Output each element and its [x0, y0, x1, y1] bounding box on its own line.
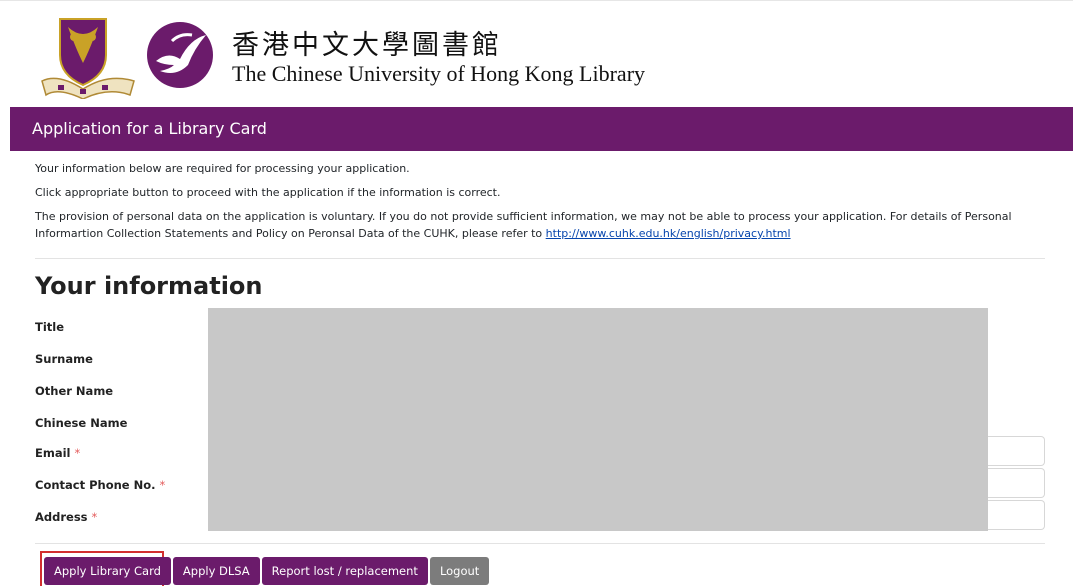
report-lost-button[interactable]: Report lost / replacement: [261, 557, 428, 585]
library-swallow-logo-icon: [147, 22, 213, 88]
label-surname: Surname: [35, 352, 93, 366]
required-marker: *: [159, 478, 166, 492]
page-banner: Application for a Library Card: [10, 107, 1073, 151]
label-address: Address *: [35, 510, 97, 524]
label-phone-text: Contact Phone No.: [35, 478, 156, 492]
required-marker: *: [91, 510, 98, 524]
page-title: Application for a Library Card: [32, 119, 267, 138]
library-name-chinese: 香港中文大學圖書館: [232, 30, 502, 61]
section-title: Your information: [35, 272, 263, 300]
redacted-user-data: [208, 308, 988, 531]
phone-field[interactable]: [988, 468, 1045, 498]
intro-line-1: Your information below are required for …: [35, 162, 410, 175]
label-email-text: Email: [35, 446, 71, 460]
intro-text: Your information below are required for …: [35, 160, 1045, 249]
apply-dlsa-button[interactable]: Apply DLSA: [172, 557, 260, 585]
label-other-name: Other Name: [35, 384, 114, 398]
email-field[interactable]: [988, 436, 1045, 466]
library-name-english: The Chinese University of Hong Kong Libr…: [232, 61, 646, 86]
logout-button[interactable]: Logout: [429, 557, 490, 585]
action-buttons: Apply Library Card Apply DLSA Report los…: [44, 557, 490, 585]
label-chinese-name: Chinese Name: [35, 416, 128, 430]
required-marker: *: [74, 446, 81, 460]
university-crest-icon: [41, 18, 135, 99]
label-address-text: Address: [35, 510, 88, 524]
label-phone: Contact Phone No. *: [35, 478, 165, 492]
apply-library-card-button[interactable]: Apply Library Card: [44, 557, 171, 585]
address-field[interactable]: [988, 500, 1045, 530]
intro-line-3: The provision of personal data on the ap…: [35, 208, 1045, 242]
privacy-statement-text: The provision of personal data on the ap…: [35, 210, 1012, 240]
site-header: 香港中文大學圖書館 The Chinese University of Hong…: [0, 0, 1073, 104]
divider: [35, 543, 1045, 544]
divider: [35, 258, 1045, 259]
label-title: Title: [35, 320, 65, 334]
intro-line-2: Click appropriate button to proceed with…: [35, 186, 501, 199]
label-email: Email *: [35, 446, 80, 460]
privacy-policy-link[interactable]: http://www.cuhk.edu.hk/english/privacy.h…: [546, 227, 791, 240]
